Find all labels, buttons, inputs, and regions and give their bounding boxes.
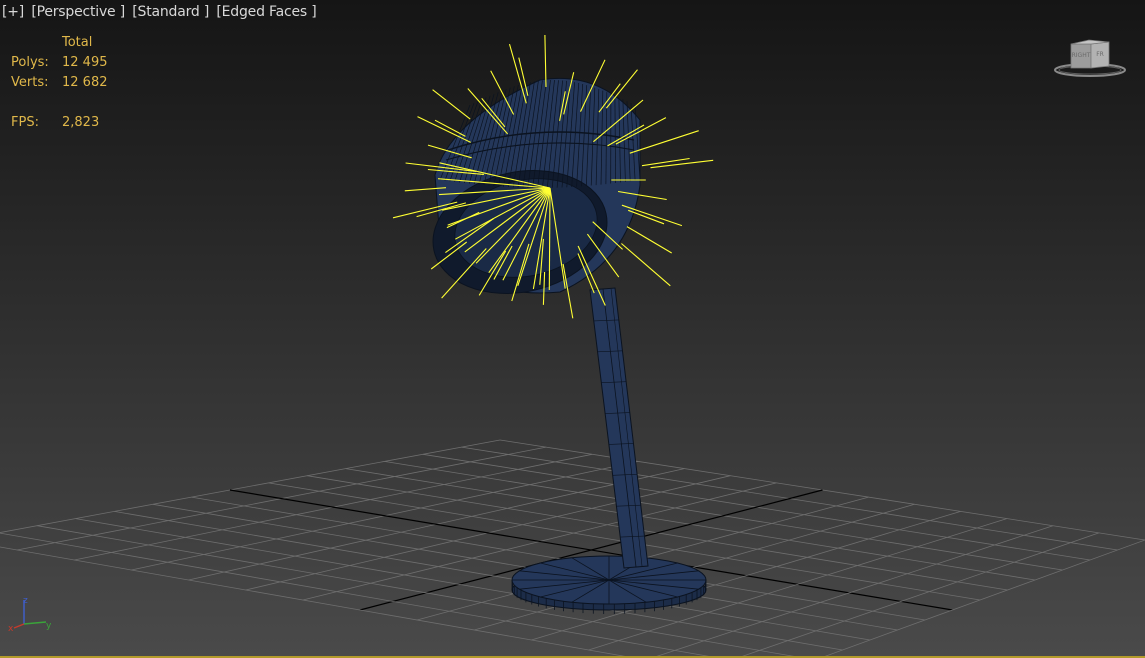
grid-line — [75, 518, 843, 651]
viewport-display-label[interactable]: [Edged Faces ] — [216, 4, 316, 20]
lamp-arm[interactable] — [589, 287, 649, 569]
stats-verts-row: Verts: 12 682 — [11, 73, 108, 93]
stats-polys-label: Polys: — [11, 55, 49, 70]
viewcube-icon[interactable]: RIGHT FR — [1053, 36, 1127, 80]
stats-verts-value: 12 682 — [62, 75, 108, 90]
statistics-overlay: Total Polys: 12 495 Verts: 12 682 FPS: 2… — [11, 33, 108, 133]
grid-line — [114, 511, 871, 641]
axis-tripod-icon: z x y — [8, 596, 52, 634]
axis-y-label: y — [46, 621, 52, 631]
scene-canvas[interactable] — [0, 0, 1145, 658]
viewcube-left-face-label[interactable]: RIGHT — [1072, 52, 1091, 59]
grid-line — [650, 525, 1054, 658]
desk-lamp-mesh[interactable] — [392, 34, 714, 614]
axis-x-label: x — [8, 624, 14, 634]
stats-total-header: Total — [62, 35, 93, 50]
viewport-shading-label[interactable]: [Standard ] — [132, 4, 209, 20]
light-ray — [621, 243, 671, 287]
light-ray — [650, 159, 714, 169]
light-ray — [641, 157, 690, 167]
axis-z-label: z — [23, 596, 28, 606]
stats-fps-label: FPS: — [11, 115, 39, 130]
home-grid — [0, 439, 1145, 658]
viewport-plus-menu[interactable]: [+] — [2, 4, 24, 20]
viewcube-right-face-label[interactable]: FR — [1096, 51, 1104, 58]
viewport-view-label[interactable]: [Perspective ] — [31, 4, 125, 20]
viewport-label-menu: [+] [Perspective ] [Standard ] [Edged Fa… — [2, 4, 317, 20]
light-ray — [626, 226, 672, 254]
stats-polys-value: 12 495 — [62, 55, 108, 70]
light-ray — [432, 89, 471, 120]
lamp-base[interactable] — [511, 555, 707, 614]
stats-fps-row: FPS: 2,823 — [11, 113, 108, 133]
perspective-viewport[interactable]: [+] [Perspective ] [Standard ] [Edged Fa… — [0, 0, 1145, 658]
stats-polys-row: Polys: 12 495 — [11, 53, 108, 73]
light-ray — [548, 187, 551, 291]
grid-line — [152, 503, 898, 631]
stats-verts-label: Verts: — [11, 75, 49, 90]
grid-line — [819, 539, 1145, 658]
light-ray — [628, 209, 665, 225]
stats-fps-value: 2,823 — [62, 115, 100, 130]
